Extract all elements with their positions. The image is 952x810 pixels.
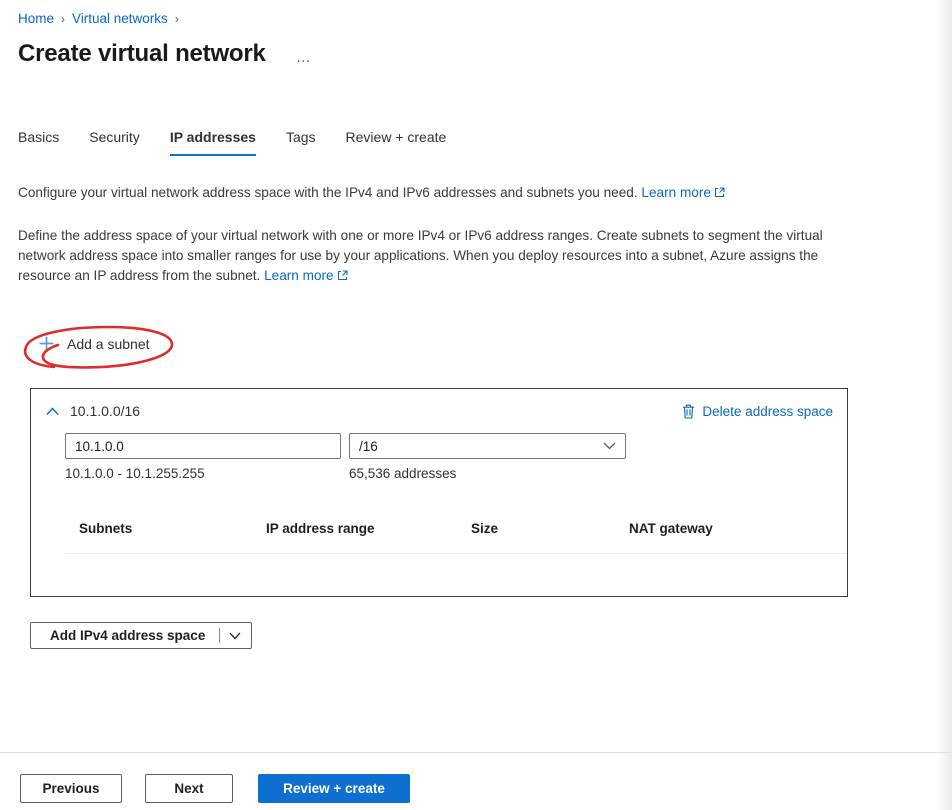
external-link-icon (714, 187, 725, 198)
column-header-nat-gateway: NAT gateway (629, 521, 846, 536)
tab-review-create[interactable]: Review + create (346, 129, 447, 156)
description-text: Define the address space of your virtual… (18, 226, 864, 286)
chevron-down-icon (603, 442, 616, 450)
page-header: Create virtual network … (18, 40, 313, 68)
learn-more-link[interactable]: Learn more (641, 185, 725, 200)
address-range-text: 10.1.0.0 - 10.1.255.255 (65, 466, 349, 481)
tab-bar: Basics Security IP addresses Tags Review… (18, 129, 446, 156)
tab-basics[interactable]: Basics (18, 129, 59, 156)
intro-text-body: Configure your virtual network address s… (18, 185, 638, 200)
column-header-subnets: Subnets (79, 521, 266, 536)
footer-divider (0, 752, 952, 753)
address-space-header: 10.1.0.0/16 Delete address space (31, 389, 847, 419)
column-header-size: Size (471, 521, 629, 536)
breadcrumb-link-virtual-networks[interactable]: Virtual networks (72, 11, 168, 26)
learn-more-label: Learn more (264, 268, 334, 283)
learn-more-link-2[interactable]: Learn more (264, 268, 348, 283)
split-button-divider (219, 628, 220, 643)
add-ipv4-address-space-button[interactable]: Add IPv4 address space (30, 622, 252, 649)
address-helper-row: 10.1.0.0 - 10.1.255.255 65,536 addresses (65, 466, 847, 481)
tab-ip-addresses[interactable]: IP addresses (170, 129, 256, 156)
review-create-button[interactable]: Review + create (258, 774, 410, 803)
panel-edge-shadow (937, 0, 952, 810)
page-title: Create virtual network (18, 40, 266, 68)
add-ipv4-label: Add IPv4 address space (50, 628, 205, 643)
address-count-text: 65,536 addresses (349, 466, 456, 481)
delete-address-space-button[interactable]: Delete address space (682, 404, 833, 419)
description-text-body: Define the address space of your virtual… (18, 228, 823, 283)
add-subnet-label: Add a subnet (67, 336, 150, 352)
chevron-down-icon[interactable] (229, 632, 241, 640)
collapse-chevron-up-icon[interactable] (46, 407, 59, 416)
address-space-title: 10.1.0.0/16 (70, 403, 140, 419)
external-link-icon (337, 270, 348, 281)
trash-icon (682, 404, 695, 419)
plus-icon (38, 335, 55, 352)
address-input[interactable] (65, 433, 341, 459)
chevron-right-icon: › (175, 11, 179, 26)
more-options-button[interactable]: … (296, 49, 313, 66)
breadcrumb: Home › Virtual networks › (18, 11, 179, 26)
breadcrumb-link-home[interactable]: Home (18, 11, 54, 26)
table-divider (65, 553, 846, 554)
delete-address-space-label: Delete address space (702, 404, 833, 419)
previous-button[interactable]: Previous (20, 774, 122, 803)
tab-security[interactable]: Security (89, 129, 140, 156)
add-subnet-button[interactable]: Add a subnet (38, 335, 150, 352)
tab-tags[interactable]: Tags (286, 129, 316, 156)
address-inputs-row: /16 (65, 433, 847, 459)
prefix-dropdown[interactable]: /16 (349, 433, 626, 459)
address-space-card: 10.1.0.0/16 Delete address space /16 10.… (30, 388, 848, 597)
subnet-table: Subnets IP address range Size NAT gatewa… (65, 521, 846, 554)
intro-text: Configure your virtual network address s… (18, 183, 864, 203)
subnet-table-header: Subnets IP address range Size NAT gatewa… (65, 521, 846, 536)
chevron-right-icon: › (61, 11, 65, 26)
learn-more-label: Learn more (641, 185, 711, 200)
next-button[interactable]: Next (145, 774, 233, 803)
prefix-dropdown-value: /16 (359, 439, 378, 454)
column-header-ip-range: IP address range (266, 521, 471, 536)
